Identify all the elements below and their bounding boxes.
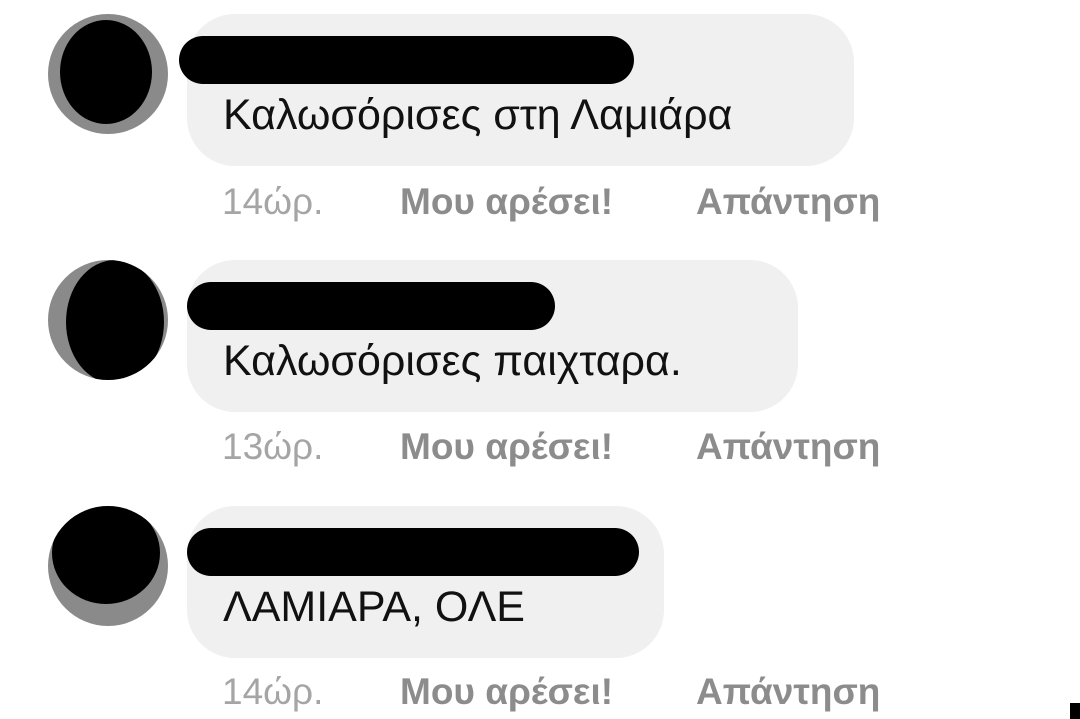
- comment-timestamp: 14ώρ.: [222, 671, 324, 712]
- avatar-redaction: [60, 20, 152, 124]
- avatar-redaction: [52, 506, 160, 604]
- reply-button[interactable]: Απάντηση: [696, 428, 880, 465]
- avatar-redaction: [66, 260, 164, 380]
- comment-actions: 14ώρ. Μου αρέσει! Απάντηση: [222, 183, 880, 220]
- comment-actions: 13ώρ. Μου αρέσει! Απάντηση: [222, 428, 880, 465]
- edge-mark: [1070, 703, 1080, 719]
- comment-text: Καλωσόρισες στη Λαμιάρα: [223, 91, 733, 139]
- comment-timestamp: 13ώρ.: [222, 426, 324, 467]
- reply-button[interactable]: Απάντηση: [696, 183, 880, 220]
- comment-actions: 14ώρ. Μου αρέσει! Απάντηση: [222, 673, 880, 710]
- avatar[interactable]: [48, 14, 168, 134]
- author-name-redacted: [187, 528, 639, 576]
- avatar[interactable]: [48, 260, 168, 380]
- comment-bubble: Καλωσόρισες παιχταρα.: [187, 260, 798, 412]
- like-button[interactable]: Μου αρέσει!: [400, 183, 696, 220]
- comment-bubble: Καλωσόρισες στη Λαμιάρα: [179, 14, 854, 166]
- comment-bubble: ΛΑΜΙΑΡΑ, ΟΛΕ: [187, 506, 664, 658]
- like-button[interactable]: Μου αρέσει!: [400, 673, 696, 710]
- comment-timestamp: 14ώρ.: [222, 181, 324, 222]
- comment-text: ΛΑΜΙΑΡΑ, ΟΛΕ: [223, 583, 525, 631]
- like-button[interactable]: Μου αρέσει!: [400, 428, 696, 465]
- avatar[interactable]: [48, 506, 168, 626]
- comment-text: Καλωσόρισες παιχταρα.: [223, 337, 682, 385]
- author-name-redacted: [179, 36, 634, 84]
- reply-button[interactable]: Απάντηση: [696, 673, 880, 710]
- author-name-redacted: [187, 282, 555, 330]
